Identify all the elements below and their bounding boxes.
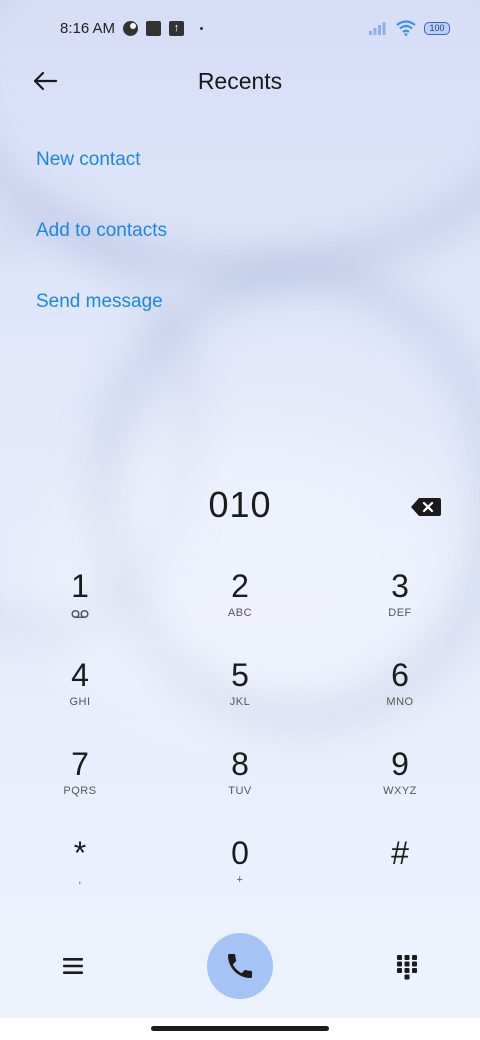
wifi-icon <box>396 20 416 36</box>
key-6[interactable]: 6 MNO <box>340 655 460 735</box>
dialed-number-row: 010 <box>0 484 480 534</box>
key-digit: 1 <box>71 568 89 604</box>
dialpad-icon <box>397 955 417 980</box>
key-5[interactable]: 5 JKL <box>180 655 300 735</box>
key-digit: 6 <box>391 657 409 693</box>
data-saver-icon <box>123 20 139 36</box>
key-9[interactable]: 9 WXYZ <box>340 744 460 824</box>
key-digit: 5 <box>231 657 249 693</box>
home-indicator[interactable] <box>151 1026 329 1031</box>
battery-icon: 100 <box>424 21 450 35</box>
key-hash[interactable]: # <box>340 833 460 913</box>
key-digit: * <box>73 835 87 871</box>
menu-icon <box>63 958 83 974</box>
key-letters: TUV <box>228 785 252 797</box>
key-digit: 8 <box>231 746 249 782</box>
key-digit: # <box>391 835 409 871</box>
send-message-link[interactable]: Send message <box>36 291 163 313</box>
key-letters: GHI <box>69 696 91 708</box>
square-notification-icon <box>146 20 162 36</box>
key-4[interactable]: 4 GHI <box>20 655 140 735</box>
upload-icon: ↑ <box>169 20 185 36</box>
key-digit: 7 <box>71 746 89 782</box>
dot-icon <box>200 26 204 30</box>
key-letters: PQRS <box>63 785 97 797</box>
key-letters: JKL <box>229 696 251 708</box>
key-digit: 4 <box>71 657 89 693</box>
key-0[interactable]: 0 + <box>180 833 300 913</box>
page-title: Recents <box>197 68 283 94</box>
key-letters <box>340 874 460 888</box>
key-2[interactable]: 2 ABC <box>180 566 300 646</box>
top-app-bar: Recents <box>0 56 480 106</box>
bottom-actions <box>0 932 480 1002</box>
voicemail-icon <box>71 609 89 619</box>
key-digit: 9 <box>391 746 409 782</box>
key-digit: 0 <box>231 835 249 871</box>
phone-icon <box>228 954 252 978</box>
key-3[interactable]: 3 DEF <box>340 566 460 646</box>
menu-button[interactable] <box>60 954 86 978</box>
status-bar: 8:16 AM ↑ 100 <box>0 0 480 56</box>
key-star[interactable]: * , <box>20 833 140 913</box>
key-digit: 2 <box>231 568 249 604</box>
key-digit: 3 <box>391 568 409 604</box>
key-letters: MNO <box>386 696 414 708</box>
signal-icon <box>369 22 386 35</box>
key-letters: + <box>236 874 244 886</box>
key-8[interactable]: 8 TUV <box>180 744 300 824</box>
key-7[interactable]: 7 PQRS <box>20 744 140 824</box>
key-letters: , <box>78 874 82 886</box>
key-letters: WXYZ <box>383 785 417 797</box>
dialpad-toggle-button[interactable] <box>396 954 418 980</box>
key-letters: ABC <box>227 607 253 619</box>
backspace-icon <box>411 498 441 516</box>
key-1[interactable]: 1 <box>20 566 140 646</box>
dialed-number: 010 <box>208 484 272 525</box>
key-letters: DEF <box>388 607 412 619</box>
call-button[interactable] <box>207 933 273 999</box>
backspace-button[interactable] <box>410 496 442 518</box>
add-to-contacts-link[interactable]: Add to contacts <box>36 220 167 242</box>
new-contact-link[interactable]: New contact <box>36 149 141 171</box>
status-time: 8:16 AM <box>60 19 116 37</box>
